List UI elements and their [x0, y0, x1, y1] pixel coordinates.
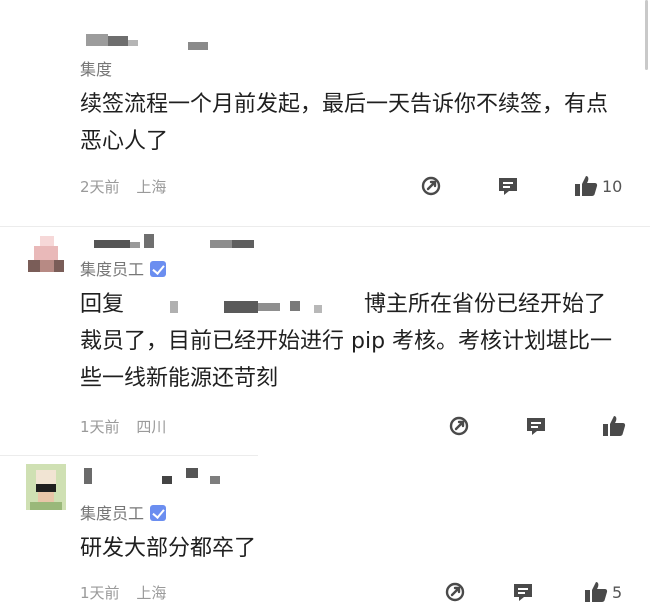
thumbs-up-icon — [585, 582, 608, 602]
comment-icon — [527, 418, 545, 435]
share-icon — [421, 176, 441, 196]
comment-icon — [514, 584, 532, 601]
comment-meta: 1天前 四川 — [80, 416, 166, 437]
verified-badge-icon — [150, 505, 167, 521]
comment-item: 集度员工 回复 博主所在省份已经开始了裁员了，目前已经开始进行 pip 考核。考… — [0, 226, 650, 456]
comment-meta: 1天前 上海 — [80, 582, 166, 603]
thumbs-up-icon — [603, 416, 626, 436]
username-blurred[interactable] — [80, 34, 280, 50]
comment-time: 2天前 — [80, 178, 120, 196]
comment-icon — [499, 178, 517, 195]
share-button[interactable] — [420, 174, 442, 198]
like-count: 10 — [602, 176, 623, 196]
comment-item: 集度员工 研发大部分都卒了 1天前 上海 5 — [0, 456, 650, 612]
share-icon — [445, 582, 465, 602]
comment-location: 上海 — [136, 584, 167, 602]
comment-item: 集度 续签流程一个月前发起，最后一天告诉你不续签，有点恶心人了 2天前 上海 1… — [0, 0, 650, 225]
like-button[interactable] — [602, 414, 630, 438]
share-icon — [449, 416, 469, 436]
thumbs-up-icon — [575, 176, 598, 196]
comment-time: 1天前 — [80, 584, 120, 602]
like-button[interactable]: 10 — [574, 174, 622, 198]
verified-badge-icon — [150, 261, 167, 277]
username-blurred[interactable] — [80, 234, 280, 248]
user-company-label: 集度员工 — [80, 256, 167, 280]
like-count: 5 — [612, 582, 623, 602]
reply-button[interactable] — [512, 580, 534, 604]
comment-text: 续签流程一个月前发起，最后一天告诉你不续签，有点恶心人了 — [80, 92, 609, 154]
company-text: 集度 — [80, 60, 113, 79]
comment-meta: 2天前 上海 — [80, 176, 166, 197]
share-button[interactable] — [448, 414, 470, 438]
avatar[interactable] — [26, 230, 66, 276]
company-text: 集度员工 — [80, 260, 145, 279]
comment-location: 四川 — [136, 418, 167, 436]
company-text: 集度员工 — [80, 504, 145, 523]
reply-target-blurred[interactable] — [124, 293, 364, 315]
like-button[interactable]: 5 — [584, 580, 622, 604]
reply-prefix: 回复 — [80, 292, 125, 317]
username-blurred[interactable] — [80, 468, 280, 484]
comment-text: 回复 博主所在省份已经开始了裁员了，目前已经开始进行 pip 考核。考核计划堪比… — [80, 286, 625, 397]
avatar[interactable] — [26, 464, 66, 510]
comment-text: 研发大部分都卒了 — [80, 536, 257, 561]
user-company-label: 集度 — [80, 56, 112, 80]
reply-button[interactable] — [525, 414, 547, 438]
share-button[interactable] — [444, 580, 466, 604]
comment-time: 1天前 — [80, 418, 120, 436]
reply-button[interactable] — [497, 174, 519, 198]
comment-location: 上海 — [136, 178, 167, 196]
user-company-label: 集度员工 — [80, 500, 167, 524]
